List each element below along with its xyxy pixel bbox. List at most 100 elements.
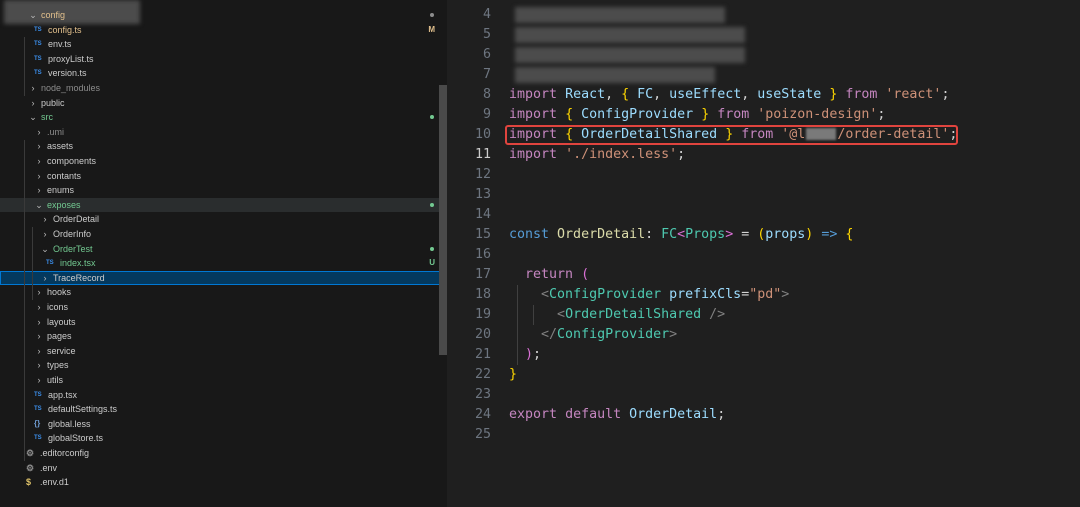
chevron-right-icon[interactable]: › (35, 329, 43, 344)
folder-item-icons[interactable]: › icons (0, 300, 447, 315)
chevron-right-icon[interactable]: › (35, 285, 43, 300)
folder-item-node-modules[interactable]: › node_modules (0, 81, 447, 96)
code-token: from (845, 87, 878, 102)
file-item-env-d1[interactable]: $ .env.d1 (0, 475, 447, 490)
chevron-down-icon[interactable]: ⌄ (29, 8, 37, 23)
code-line[interactable]: 9 import { ConfigProvider } from 'poizon-… (447, 105, 1080, 125)
chevron-right-icon[interactable]: › (41, 271, 49, 286)
code-line[interactable]: 22} (447, 365, 1080, 385)
folder-item-service[interactable]: › service (0, 344, 447, 359)
code-line[interactable]: 8 import React, { FC, useEffect, useState… (447, 85, 1080, 105)
code-line[interactable]: 20 </ConfigProvider> (447, 325, 1080, 345)
code-token: ; (941, 87, 950, 102)
code-line[interactable]: 21 ); (447, 345, 1080, 365)
chevron-right-icon[interactable]: › (35, 315, 43, 330)
file-item-proxylist-ts[interactable]: TS proxyList.ts (0, 52, 447, 67)
code-line[interactable]: 14 (447, 205, 1080, 225)
tree-item-label: node_modules (41, 83, 101, 93)
chevron-right-icon[interactable]: › (35, 373, 43, 388)
folder-item-enums[interactable]: › enums (0, 183, 447, 198)
chevron-down-icon[interactable]: ⌄ (35, 198, 43, 213)
redacted-code (515, 7, 725, 23)
code-line[interactable]: 19 <OrderDetailShared /> (447, 305, 1080, 325)
chevron-right-icon[interactable]: › (35, 169, 43, 184)
code-line[interactable]: 18 <ConfigProvider prefixCls="pd"> (447, 285, 1080, 305)
chevron-right-icon[interactable]: › (41, 212, 49, 227)
tree-item-label: .env.d1 (40, 477, 69, 488)
file-item-index-tsx[interactable]: TS index.tsx U (0, 256, 447, 271)
code-line[interactable]: 25 (447, 425, 1080, 445)
code-line[interactable]: 13 (447, 185, 1080, 205)
code-line[interactable]: 23 (447, 385, 1080, 405)
tree-indent-guide (24, 37, 25, 96)
folder-item-hooks[interactable]: › hooks (0, 285, 447, 300)
folder-item-layouts[interactable]: › layouts (0, 315, 447, 330)
chevron-right-icon[interactable]: › (35, 300, 43, 315)
folder-item-orderdetail[interactable]: › OrderDetail (0, 212, 447, 227)
code-line[interactable]: 11 import './index.less'; (447, 145, 1080, 165)
file-item-config-ts[interactable]: TS config.ts M (0, 23, 447, 38)
chevron-right-icon[interactable]: › (35, 154, 43, 169)
file-item-version-ts[interactable]: TS version.ts (0, 66, 447, 81)
file-item-env-ts[interactable]: TS env.ts (0, 37, 447, 52)
code-line[interactable]: 7 (447, 65, 1080, 85)
code-token: => (821, 227, 838, 242)
code-line[interactable]: 24 export default OrderDetail; (447, 405, 1080, 425)
file-item-env[interactable]: ⚙ .env (0, 461, 447, 476)
code-text: export default OrderDetail; (509, 405, 725, 425)
chevron-right-icon[interactable]: › (41, 227, 49, 242)
chevron-down-icon[interactable]: ⌄ (29, 110, 37, 125)
folder-item-tracerecord[interactable]: › TraceRecord (0, 270, 447, 286)
code-line[interactable]: 15 const OrderDetail: FC<Props> = (props)… (447, 225, 1080, 245)
folder-item-assets[interactable]: › assets (0, 139, 447, 154)
redacted-code (515, 67, 715, 83)
code-line[interactable]: 5 (447, 25, 1080, 45)
code-token: { (845, 227, 854, 242)
file-item-defaultsettings-ts[interactable]: TS defaultSettings.ts (0, 402, 447, 417)
chevron-right-icon[interactable]: › (35, 183, 43, 198)
chevron-right-icon[interactable]: › (35, 358, 43, 373)
folder-item-utils[interactable]: › utils (0, 373, 447, 388)
code-line[interactable]: 6 (447, 45, 1080, 65)
code-token: ; (877, 107, 886, 122)
chevron-right-icon[interactable]: › (35, 344, 43, 359)
code-line[interactable]: 16 (447, 245, 1080, 265)
file-item-editorconfig[interactable]: ⚙ .editorconfig (0, 446, 447, 461)
code-line[interactable]: 17 return ( (447, 265, 1080, 285)
code-token: /> (709, 307, 726, 322)
folder-item-pages[interactable]: › pages (0, 329, 447, 344)
folder-item-src[interactable]: ⌄ src (0, 110, 447, 125)
folder-item-umi[interactable]: › .umi (0, 125, 447, 140)
folder-item-contants[interactable]: › contants (0, 169, 447, 184)
line-number: 10 (474, 127, 491, 142)
tree-item-label: public (41, 97, 65, 108)
tree-item-label: utils (47, 375, 64, 385)
chevron-right-icon[interactable]: › (29, 96, 37, 111)
tree-item-label: icons (47, 302, 69, 312)
code-line[interactable]: 12 (447, 165, 1080, 185)
folder-item-components[interactable]: › components (0, 154, 447, 169)
tree-item-label: config.ts (48, 24, 82, 35)
file-item-globalstore-ts[interactable]: TS globalStore.ts (0, 431, 447, 446)
chevron-down-icon[interactable]: ⌄ (41, 242, 49, 257)
chevron-right-icon[interactable]: › (29, 81, 37, 96)
folder-item-exposes[interactable]: ⌄ exposes (0, 197, 447, 213)
file-item-app-tsx[interactable]: TS app.tsx (0, 388, 447, 403)
folder-item-config[interactable]: ⌄ config (0, 8, 447, 23)
code-token: useEffect (669, 87, 742, 102)
code-token: 'react' (885, 87, 942, 102)
chevron-right-icon[interactable]: › (35, 139, 43, 154)
code-token: Props (685, 227, 726, 242)
folder-item-orderinfo[interactable]: › OrderInfo (0, 227, 447, 242)
code-token: prefixCls (669, 287, 742, 302)
chevron-right-icon[interactable]: › (35, 125, 43, 140)
folder-item-public[interactable]: › public (0, 96, 447, 111)
folder-item-ordertest[interactable]: ⌄ OrderTest (0, 242, 447, 257)
code-line[interactable]: 4 (447, 5, 1080, 25)
code-editor[interactable]: 4 5 6 7 8 import React, { FC, useEffect, useS… (447, 0, 1080, 507)
tree-item-label: pages (47, 331, 72, 342)
explorer-scrollbar[interactable] (439, 85, 447, 355)
file-item-global-less[interactable]: {} global.less (0, 417, 447, 432)
folder-item-types[interactable]: › types (0, 358, 447, 373)
